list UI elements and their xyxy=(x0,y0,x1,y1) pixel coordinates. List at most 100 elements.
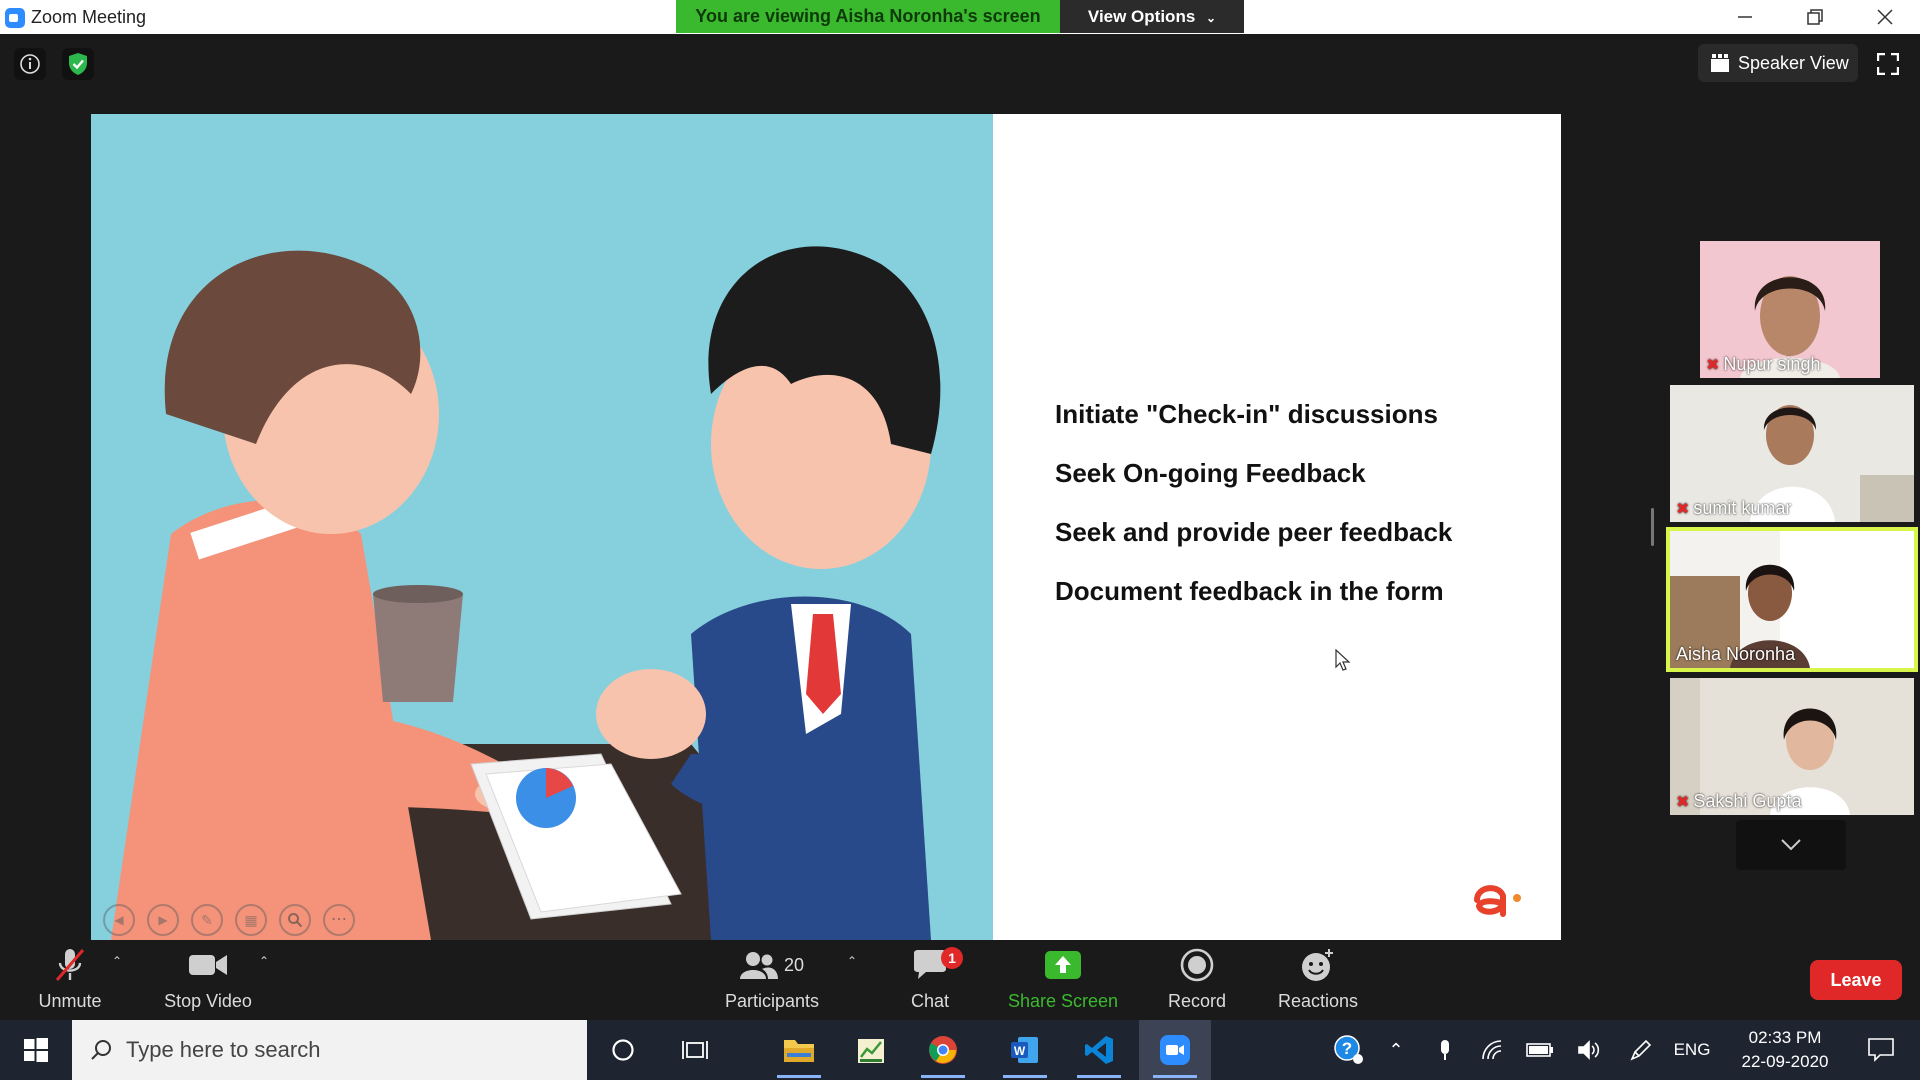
video-camera-icon xyxy=(189,955,227,975)
participants-button[interactable]: 20 Participants xyxy=(712,940,832,1020)
pen-tray-icon[interactable] xyxy=(1626,1020,1656,1080)
view-options-button[interactable]: View Options ⌄ xyxy=(1060,0,1244,33)
cortana-button[interactable] xyxy=(587,1020,659,1080)
file-explorer-app[interactable] xyxy=(763,1020,835,1080)
help-tray-button[interactable]: ? xyxy=(1328,1020,1370,1080)
speaker-view-button[interactable]: Speaker View xyxy=(1698,44,1858,82)
chevron-up-icon: ⌃ xyxy=(258,954,270,968)
chevron-up-icon: ⌃ xyxy=(1388,1039,1404,1060)
svg-text:W: W xyxy=(1014,1044,1026,1058)
record-button[interactable]: Record xyxy=(1150,940,1244,1020)
slides-overview-button[interactable]: ▦ xyxy=(235,904,267,936)
video-options-caret[interactable]: ⌃ xyxy=(255,952,273,970)
participant-name-label: ✖ Nupur singh xyxy=(1706,354,1820,375)
chevron-down-icon: ⌄ xyxy=(1206,11,1217,25)
reactions-button[interactable]: Reactions xyxy=(1266,940,1370,1020)
restore-button[interactable] xyxy=(1780,0,1850,34)
minimize-button[interactable] xyxy=(1710,0,1780,34)
action-center-button[interactable] xyxy=(1856,1020,1906,1080)
microphone-tray-icon[interactable] xyxy=(1430,1020,1460,1080)
zoom-app-icon xyxy=(5,8,25,28)
microphone-muted-icon xyxy=(55,949,85,981)
windows-taskbar: Type here to search W ? ⌃ ENG 02:33 PM 2… xyxy=(0,1020,1920,1080)
help-question-icon: ? xyxy=(1334,1035,1363,1064)
participant-name-label: Aisha Noronha xyxy=(1676,644,1795,665)
participant-name: Aisha Noronha xyxy=(1676,644,1796,664)
slide-bullet: Document feedback in the form xyxy=(1055,576,1444,606)
chat-button[interactable]: 1 Chat xyxy=(890,940,970,1020)
clock-date: 22-09-2020 xyxy=(1741,1052,1829,1071)
search-placeholder: Type here to search xyxy=(126,1037,321,1062)
viewing-screen-banner: You are viewing Aisha Noronha's screen xyxy=(676,0,1060,33)
shield-check-icon xyxy=(69,53,87,75)
shared-screen: Initiate "Check-in" discussions Seek On-… xyxy=(91,114,1561,940)
participant-name-label: ✖ sumit kumar xyxy=(1676,498,1791,519)
magnifier-icon xyxy=(288,913,303,928)
microphone-icon xyxy=(1441,1040,1449,1060)
participants-label: Participants xyxy=(724,991,820,1011)
taskbar-search-box[interactable]: Type here to search xyxy=(72,1020,587,1080)
unmute-button[interactable]: Unmute xyxy=(20,940,120,1020)
speaker-view-label: Speaker View xyxy=(1738,52,1849,73)
fullscreen-button[interactable] xyxy=(1872,48,1904,80)
share-screen-button[interactable]: Share Screen xyxy=(1000,940,1126,1020)
encryption-button[interactable] xyxy=(62,48,94,80)
stop-video-button[interactable]: Stop Video xyxy=(148,940,268,1020)
vscode-app[interactable] xyxy=(1063,1020,1135,1080)
participant-video-tile[interactable]: ✖ Nupur singh xyxy=(1700,241,1880,378)
slide-bullet: Initiate "Check-in" discussions xyxy=(1055,399,1438,429)
pen-icon: ✎ xyxy=(201,911,213,928)
zoom-app[interactable] xyxy=(1139,1020,1211,1080)
next-slide-button[interactable]: ▶ xyxy=(147,904,179,936)
taskbar-clock[interactable]: 02:33 PM 22-09-2020 xyxy=(1720,1026,1850,1074)
title-bar: Zoom Meeting You are viewing Aisha Noron… xyxy=(0,0,1920,34)
pen-tool-button[interactable]: ✎ xyxy=(191,904,223,936)
meeting-info-button[interactable] xyxy=(14,48,46,80)
previous-slide-button[interactable]: ◀ xyxy=(103,904,135,936)
volume-tray-icon[interactable] xyxy=(1574,1020,1604,1080)
zoom-camera-icon xyxy=(1160,1035,1190,1065)
more-options-button[interactable]: ⋯ xyxy=(323,904,355,936)
network-tray-icon[interactable] xyxy=(1478,1020,1508,1080)
record-icon xyxy=(1180,948,1214,982)
slide-bullet: Seek and provide peer feedback xyxy=(1055,517,1453,547)
participant-video-tile-active[interactable]: Aisha Noronha xyxy=(1666,527,1918,672)
ellipsis-icon: ⋯ xyxy=(331,911,347,928)
word-app[interactable]: W xyxy=(989,1020,1061,1080)
task-view-icon xyxy=(682,1041,708,1059)
close-button[interactable] xyxy=(1850,0,1920,34)
thumbnails-scroll-down-button[interactable] xyxy=(1736,820,1846,870)
input-language-button[interactable]: ENG xyxy=(1670,1020,1714,1080)
battery-icon xyxy=(1526,1043,1553,1057)
stop-video-label: Stop Video xyxy=(164,991,252,1011)
notifications-icon xyxy=(1868,1038,1894,1062)
svg-text:?: ? xyxy=(1342,1039,1352,1058)
record-label: Record xyxy=(1167,991,1227,1011)
audio-options-caret[interactable]: ⌃ xyxy=(108,952,126,970)
battery-tray-icon[interactable] xyxy=(1524,1020,1556,1080)
show-hidden-icons-button[interactable]: ⌃ xyxy=(1384,1020,1408,1080)
task-view-button[interactable] xyxy=(659,1020,731,1080)
wifi-icon xyxy=(1482,1040,1502,1060)
zoom-slide-button[interactable] xyxy=(279,904,311,936)
pen-workspace-icon xyxy=(1630,1039,1652,1061)
chrome-icon xyxy=(929,1036,957,1064)
start-button[interactable] xyxy=(0,1020,72,1080)
muted-mic-icon: ✖ xyxy=(1676,500,1690,518)
sticky-app[interactable] xyxy=(835,1020,907,1080)
slide-bullet-list: Initiate "Check-in" discussions Seek On-… xyxy=(1055,399,1535,635)
speaker-volume-icon xyxy=(1578,1040,1600,1060)
participant-video-tile[interactable]: ✖ sumit kumar xyxy=(1670,385,1914,522)
language-label: ENG xyxy=(1673,1040,1711,1059)
chevron-down-icon xyxy=(1781,839,1801,851)
panel-resize-handle[interactable] xyxy=(1651,508,1654,546)
leave-meeting-button[interactable]: Leave xyxy=(1810,960,1902,1000)
participants-options-caret[interactable]: ⌃ xyxy=(843,952,861,970)
restore-icon xyxy=(1807,9,1823,25)
window-title: Zoom Meeting xyxy=(31,7,147,27)
arrow-left-icon: ◀ xyxy=(114,913,124,927)
chrome-app[interactable] xyxy=(907,1020,979,1080)
meeting-area: Speaker View Initiate "Check-in" discuss… xyxy=(0,34,1920,940)
vscode-icon xyxy=(1085,1036,1113,1064)
participant-video-tile[interactable]: ✖ Sakshi Gupta xyxy=(1670,678,1914,815)
